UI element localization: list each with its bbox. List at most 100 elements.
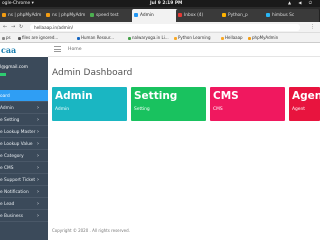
card-subtitle: Agent xyxy=(292,107,305,112)
back-arrow-icon[interactable]: ← xyxy=(3,24,7,30)
card-title: Agent xyxy=(292,90,320,102)
sidebar-item-lookup-value[interactable]: e Lookup Value › xyxy=(0,138,48,150)
browser-menu-icon[interactable]: ⋮ xyxy=(310,24,315,30)
tab-label: ns | phpMyAdm xyxy=(8,12,42,18)
tab-favicon-icon xyxy=(2,13,6,17)
tab-label: Admin xyxy=(140,12,154,18)
sidebar-item-support-ticket[interactable]: e Support Ticket › xyxy=(0,174,48,186)
card-title: CMS xyxy=(213,90,239,102)
reload-icon[interactable]: ↻ xyxy=(19,24,23,30)
bookmark-label: files are ignored... xyxy=(22,35,59,40)
browser-tab[interactable]: himbus Sc xyxy=(264,9,320,22)
sidebar-item-label: e Business xyxy=(0,213,23,219)
sidebar-item-lookup-master[interactable]: e Lookup Master › xyxy=(0,126,48,138)
bookmark-item[interactable]: phpMyAdmin xyxy=(248,35,278,40)
app-logo[interactable]: caa xyxy=(0,43,48,57)
bookmark-folder-icon xyxy=(174,36,177,40)
sidebar-item-category[interactable]: e Category › xyxy=(0,150,48,162)
bookmark-label: Python Learning xyxy=(178,35,211,40)
tab-favicon-icon xyxy=(222,13,226,17)
chevron-right-icon: › xyxy=(37,117,39,123)
bookmark-folder-icon xyxy=(2,36,5,40)
logo-text: caa xyxy=(1,45,17,55)
os-top-bar: ogle-Chrome ▾ Jul 9 2:19 PM ▲ ◀ ⏻ xyxy=(0,0,320,7)
url-input[interactable]: hellaaap.in/admin/ xyxy=(30,24,300,31)
system-tray-icons[interactable]: ▲ ◀ ⏻ xyxy=(288,0,315,5)
sidebar-item-label: e Support Ticket xyxy=(0,177,36,183)
clock[interactable]: Jul 9 2:19 PM xyxy=(150,1,182,6)
sidebar-item-label: e Setting xyxy=(0,117,20,123)
sidebar-item-label: oard xyxy=(0,93,10,99)
sidebar: caa l@gmail.com oard Admin › e Setting › e… xyxy=(0,43,48,240)
bookmark-label: Human Resour... xyxy=(81,35,114,40)
card-title: Admin xyxy=(55,90,93,102)
tab-strip: ns | phpMyAdm ns | phpMyAdm speed test A… xyxy=(0,7,320,22)
forward-arrow-icon[interactable]: → xyxy=(11,24,15,30)
sidebar-item-admin[interactable]: Admin › xyxy=(0,102,48,114)
content-header: Home xyxy=(48,43,320,57)
sidebar-item-cms[interactable]: e CMS › xyxy=(0,162,48,174)
tab-label: ns | phpMyAdm xyxy=(52,12,86,18)
bookmark-item[interactable]: Hellaaap xyxy=(221,35,243,40)
sidebar-item-label: e Lookup Master xyxy=(0,129,36,135)
card-subtitle: Admin xyxy=(55,107,69,112)
address-bar: ← → ↻ hellaaap.in/admin/ ⋮ xyxy=(0,22,320,33)
card-setting[interactable]: Setting Setting xyxy=(131,87,206,121)
active-app-label[interactable]: ogle-Chrome ▾ xyxy=(2,1,34,6)
bookmark-label: ps xyxy=(6,35,11,40)
sidebar-item-label: Admin xyxy=(0,105,14,111)
sidebar-item-lead[interactable]: e Lead › xyxy=(0,198,48,210)
footer-copyright: Copyright © 2020 . All rights reserved. xyxy=(52,228,130,233)
bookmarks-bar: ps files are ignored... Human Resour... … xyxy=(0,33,320,43)
card-subtitle: CMS xyxy=(213,107,223,112)
card-title: Setting xyxy=(134,90,178,102)
chevron-right-icon: › xyxy=(37,105,39,111)
menu-toggle-icon[interactable] xyxy=(54,46,61,53)
user-email: l@gmail.com xyxy=(0,65,28,70)
chevron-right-icon: › xyxy=(37,153,39,159)
bookmark-label: phpMyAdmin xyxy=(252,35,279,40)
bookmark-item[interactable]: Human Resour... xyxy=(77,35,114,40)
home-link[interactable]: Home xyxy=(68,47,82,52)
bookmark-item[interactable]: Python Learning xyxy=(174,35,211,40)
chevron-right-icon: › xyxy=(37,189,39,195)
chevron-right-icon: › xyxy=(37,177,39,183)
bookmark-folder-icon xyxy=(221,36,224,40)
bookmark-favicon-icon xyxy=(77,36,80,40)
bookmark-item[interactable]: ps xyxy=(2,35,11,40)
sidebar-item-label: e Lookup Value xyxy=(0,141,33,147)
tab-favicon-icon xyxy=(266,13,270,17)
sidebar-item-label: e CMS xyxy=(0,165,14,171)
sidebar-item-label: e Lead xyxy=(0,201,15,207)
bookmark-favicon-icon xyxy=(248,36,251,40)
card-agent[interactable]: Agent Agent xyxy=(289,87,320,121)
sidebar-item-dashboard[interactable]: oard xyxy=(0,90,48,102)
chevron-right-icon: › xyxy=(37,165,39,171)
bookmark-favicon-icon xyxy=(18,36,21,40)
chevron-right-icon: › xyxy=(37,201,39,207)
bookmark-item[interactable]: files are ignored... xyxy=(18,35,58,40)
bookmark-favicon-icon xyxy=(128,36,131,40)
tab-label: Inbox (4) xyxy=(184,12,204,18)
sidebar-item-label: e Category xyxy=(0,153,24,159)
card-subtitle: Setting xyxy=(134,107,150,112)
chevron-right-icon: › xyxy=(37,213,39,219)
chevron-right-icon: › xyxy=(37,141,39,147)
tab-favicon-icon xyxy=(46,13,50,17)
sidebar-item-business[interactable]: e Business › xyxy=(0,210,48,222)
user-panel: l@gmail.com xyxy=(0,57,48,79)
sidebar-item-setting[interactable]: e Setting › xyxy=(0,114,48,126)
page-title: Admin Dashboard xyxy=(52,68,133,78)
bookmark-item[interactable]: nalwaryoga.in Li... xyxy=(128,35,169,40)
card-admin[interactable]: Admin Admin xyxy=(52,87,127,121)
sidebar-item-label: e Notification xyxy=(0,189,29,195)
tab-label: Python_p xyxy=(228,12,248,18)
bookmark-label: Hellaaap xyxy=(225,35,243,40)
online-status-indicator xyxy=(0,73,6,76)
sidebar-item-notification[interactable]: e Notification › xyxy=(0,186,48,198)
tab-favicon-icon xyxy=(90,13,94,17)
bookmark-label: nalwaryoga.in Li... xyxy=(132,35,169,40)
tab-favicon-icon xyxy=(178,13,182,17)
tab-label: himbus Sc xyxy=(272,12,295,18)
card-cms[interactable]: CMS CMS xyxy=(210,87,285,121)
